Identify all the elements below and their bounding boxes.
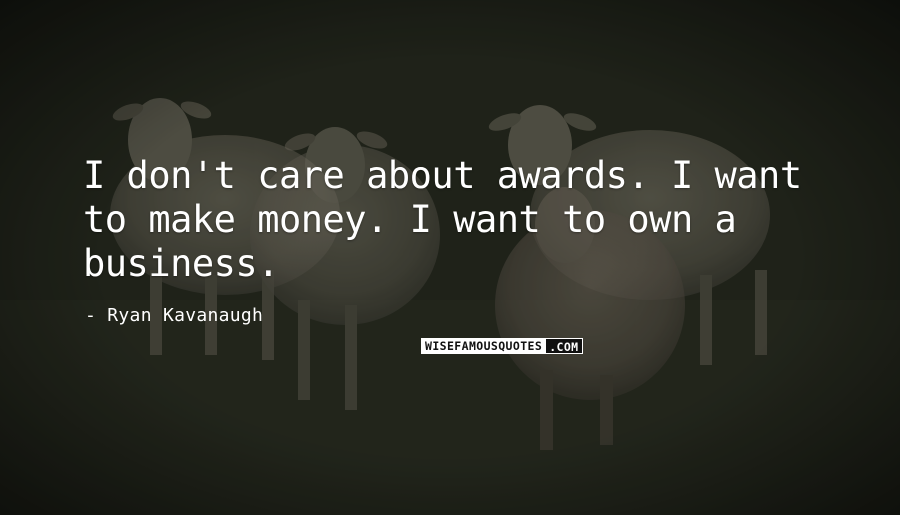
- author-dash: -: [85, 305, 108, 326]
- quote-card: I don't care about awards. I want to mak…: [0, 0, 900, 515]
- author-name: Ryan Kavanaugh: [107, 305, 264, 326]
- watermark-tld-text: .COM: [545, 338, 584, 354]
- quote-text: I don't care about awards. I want to mak…: [83, 154, 802, 285]
- watermark-main-text: WISEFAMOUSQUOTES: [421, 338, 546, 354]
- watermark-logo[interactable]: WISEFAMOUSQUOTES .COM: [421, 338, 584, 354]
- quote-author: - Ryan Kavanaugh: [85, 305, 263, 326]
